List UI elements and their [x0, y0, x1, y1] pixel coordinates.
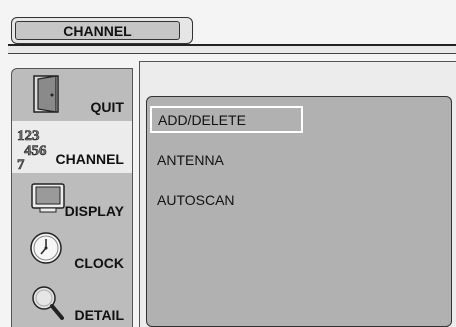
- sidebar-item-clock[interactable]: CLOCK: [12, 225, 132, 277]
- sidebar-item-label: DETAIL: [74, 307, 124, 323]
- sidebar-item-label: CLOCK: [74, 255, 124, 271]
- sidebar-item-display[interactable]: DISPLAY: [12, 173, 132, 225]
- svg-text:123: 123: [17, 128, 40, 144]
- monitor-icon: [31, 183, 65, 213]
- sidebar-item-channel[interactable]: 123 456 7 CHANNEL: [12, 121, 132, 173]
- page-title: CHANNEL: [15, 21, 180, 40]
- sidebar-item-quit[interactable]: QUIT: [12, 69, 132, 121]
- menu-item-label: ANTENNA: [157, 152, 224, 168]
- svg-text:456: 456: [24, 143, 47, 159]
- sidebar: QUIT 123 456 7 CHANNEL DISPLAY CLOCK DET…: [11, 68, 133, 327]
- door-icon: [33, 75, 59, 113]
- menu-item-add-delete[interactable]: ADD/DELETE: [150, 106, 303, 133]
- magnifier-icon: [32, 286, 64, 320]
- clock-icon: [30, 232, 62, 264]
- sidebar-item-detail[interactable]: DETAIL: [12, 277, 132, 327]
- svg-text:7: 7: [17, 157, 25, 170]
- sidebar-item-label: DISPLAY: [64, 203, 124, 219]
- menu-item-label: ADD/DELETE: [158, 111, 246, 128]
- menu-item-autoscan[interactable]: AUTOSCAN: [157, 188, 235, 212]
- menu-item-antenna[interactable]: ANTENNA: [157, 148, 224, 172]
- title-tab: CHANNEL: [11, 17, 193, 44]
- channel-menu-panel: ADD/DELETE ANTENNA AUTOSCAN: [146, 96, 452, 327]
- sidebar-item-label: QUIT: [90, 99, 124, 115]
- sidebar-item-label: CHANNEL: [55, 151, 124, 167]
- menu-item-label: AUTOSCAN: [157, 192, 235, 208]
- header-bar: [8, 46, 456, 54]
